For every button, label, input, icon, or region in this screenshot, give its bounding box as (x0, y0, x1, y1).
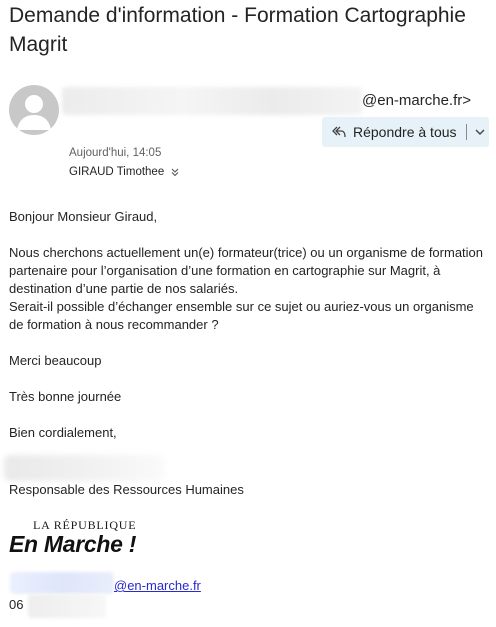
person-icon (17, 95, 51, 130)
greeting: Bonjour Monsieur Giraud, (9, 209, 158, 224)
signature-email-redacted (10, 572, 114, 594)
chevron-down-icon[interactable] (473, 125, 487, 139)
sender-name-redacted (62, 87, 362, 115)
signature-email-link[interactable]: @en-marche.fr (114, 578, 201, 593)
signature-phone-prefix: 06 (9, 597, 24, 612)
body-paragraph-1: Nous cherchons actuellement un(e) format… (9, 245, 484, 296)
logo-main-text: En Marche ! (9, 531, 137, 557)
signature-phone-redacted (28, 594, 106, 618)
en-marche-logo: LA RÉPUBLIQUE En Marche ! (9, 518, 169, 560)
email-subject: Demande d'information - Formation Cartog… (9, 4, 466, 56)
recipient-name: GIRAUD Timothee (69, 166, 165, 178)
sender-avatar[interactable] (9, 85, 59, 135)
body-paragraph-2: Serait-il possible d’échanger ensemble s… (9, 299, 474, 332)
thanks-line: Merci beaucoup (9, 353, 102, 368)
reply-all-button[interactable]: Répondre à tous (322, 117, 489, 147)
wish-line: Très bonne journée (9, 389, 122, 404)
expand-recipients-icon[interactable] (170, 167, 180, 177)
reply-all-label: Répondre à tous (353, 124, 457, 140)
closing-line: Bien cordialement, (9, 425, 117, 440)
email-date: Aujourd'hui, 14:05 (69, 147, 162, 159)
reply-all-icon (331, 124, 347, 140)
signature-name-redacted (4, 455, 164, 481)
email-body: Bonjour Monsieur Giraud, Nous cherchons … (9, 208, 487, 460)
recipient-line[interactable]: GIRAUD Timothee (69, 166, 180, 178)
sender-email-domain: @en-marche.fr> (362, 92, 472, 109)
button-divider (465, 124, 467, 140)
signature-title: Responsable des Ressources Humaines (9, 482, 244, 497)
